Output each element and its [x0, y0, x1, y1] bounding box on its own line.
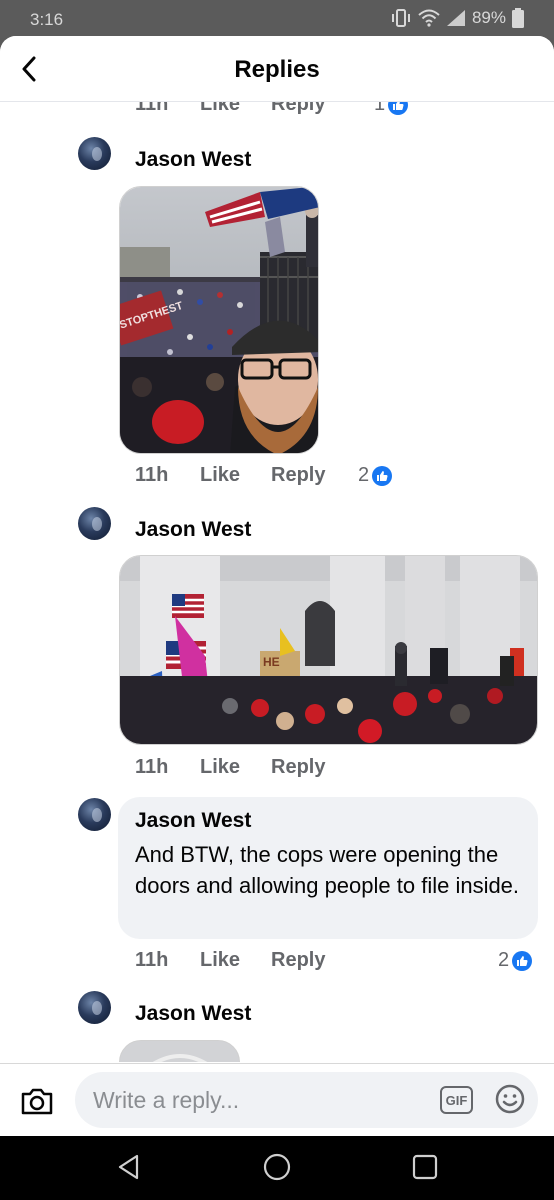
like-icon: [512, 950, 533, 971]
status-bar: 3:16 89%: [0, 0, 554, 38]
vibrate-icon: [391, 9, 410, 27]
nav-back-button[interactable]: [115, 1153, 143, 1186]
reaction-count[interactable]: 2: [358, 464, 393, 487]
comment-photo-crowd[interactable]: HE: [119, 555, 538, 745]
comment-actions: 11h Like Reply: [135, 949, 325, 972]
replies-thread[interactable]: 11h Like Reply 1 Jason West STOPTHEST 11…: [0, 36, 554, 1062]
signal-icon: [446, 10, 465, 26]
like-button[interactable]: Like: [200, 464, 271, 487]
like-button[interactable]: Like: [200, 949, 271, 972]
nav-recents-button[interactable]: [411, 1153, 439, 1186]
avatar[interactable]: [78, 991, 111, 1024]
comment-author[interactable]: Jason West: [135, 148, 251, 172]
emoji-button[interactable]: [495, 1084, 525, 1119]
comment-author[interactable]: Jason West: [135, 1002, 251, 1026]
replies-header: Replies: [0, 36, 554, 102]
comment-text: And BTW, the cops were opening the doors…: [135, 842, 520, 898]
nav-back-icon: [118, 1154, 139, 1180]
status-time: 3:16: [30, 10, 64, 29]
crowd-sign-text: HE: [263, 655, 280, 669]
avatar[interactable]: [78, 798, 111, 831]
comment-time: 11h: [135, 949, 169, 971]
comment-actions: 11h Like Reply: [135, 756, 325, 779]
comment-bubble[interactable]: Jason West And BTW, the cops were openin…: [118, 797, 538, 939]
replies-sheet: 11h Like Reply 1 Jason West STOPTHEST 11…: [0, 36, 554, 1136]
status-icons: 89%: [390, 8, 524, 28]
partial-image: [120, 1041, 239, 1062]
emoji-icon: [495, 1084, 525, 1114]
reply-button[interactable]: Reply: [271, 949, 325, 972]
gif-button[interactable]: GIF: [440, 1086, 473, 1114]
selfie-image: STOPTHEST: [120, 187, 318, 453]
system-navigation-bar: [0, 1136, 554, 1200]
reply-button[interactable]: Reply: [271, 756, 325, 779]
reaction-number: 2: [498, 949, 510, 971]
nav-home-icon: [263, 1153, 291, 1181]
battery-percent: 89%: [471, 8, 506, 27]
reply-button[interactable]: Reply: [271, 464, 325, 487]
camera-icon: [21, 1088, 53, 1115]
comment-photo-partial[interactable]: [119, 1040, 240, 1062]
reaction-number: 2: [358, 464, 370, 486]
camera-button[interactable]: [20, 1086, 54, 1121]
nav-recents-icon: [412, 1154, 438, 1180]
like-icon: [372, 465, 393, 486]
comment-photo-selfie[interactable]: STOPTHEST: [119, 186, 319, 454]
comment-author[interactable]: Jason West: [135, 809, 251, 833]
battery-icon: [512, 8, 524, 28]
wifi-icon: [418, 9, 440, 27]
comment-actions: 11h Like Reply: [135, 464, 325, 487]
avatar[interactable]: [78, 137, 111, 170]
reply-composer: GIF: [0, 1063, 554, 1136]
crowd-image: HE: [120, 556, 537, 744]
page-title: Replies: [234, 56, 320, 83]
nav-home-button[interactable]: [263, 1153, 291, 1186]
avatar[interactable]: [78, 507, 111, 540]
reaction-count[interactable]: 2: [498, 949, 533, 972]
comment-time: 11h: [135, 464, 169, 486]
comment-time: 11h: [135, 756, 169, 778]
like-button[interactable]: Like: [200, 756, 271, 779]
comment-author[interactable]: Jason West: [135, 518, 251, 542]
